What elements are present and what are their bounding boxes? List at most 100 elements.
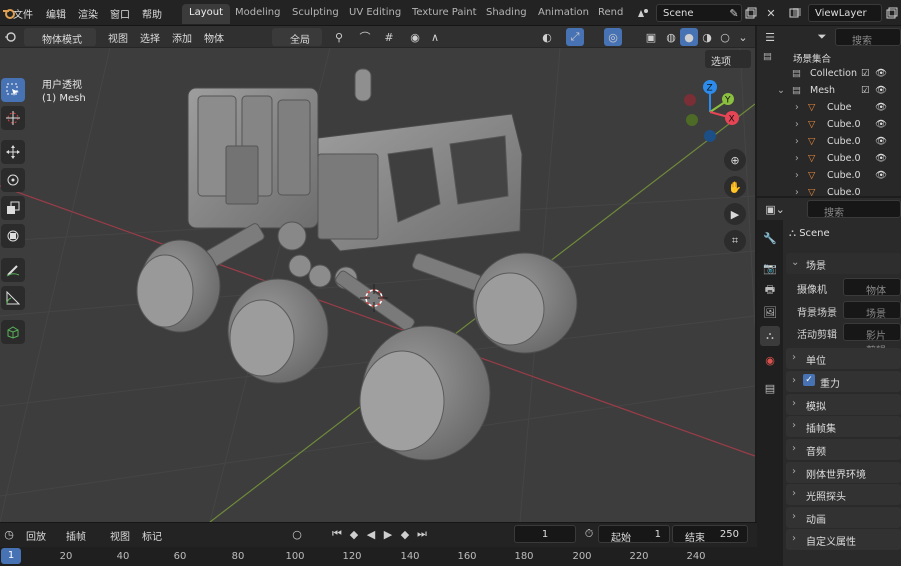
outliner-row-cube[interactable]: › ▽ Cube.0 👁: [757, 167, 901, 184]
pivot-icon[interactable]: ⚲: [330, 28, 348, 46]
viewlayer-selector-icon[interactable]: [784, 4, 808, 22]
timeline-editor-icon[interactable]: ◷: [0, 525, 18, 543]
background-scene-field[interactable]: 场景: [843, 301, 901, 320]
proportional-edit-icon[interactable]: ◉: [406, 28, 424, 46]
eye-icon[interactable]: 👁: [875, 136, 887, 147]
outliner-row-cube[interactable]: › ▽ Cube.0 👁: [757, 133, 901, 150]
checkbox-icon[interactable]: ☑: [861, 85, 870, 96]
tab-uv-editing[interactable]: UV Editing: [342, 4, 408, 24]
annotate-tool[interactable]: [1, 258, 25, 282]
pan-view-icon[interactable]: ✋: [724, 176, 746, 198]
world-tab-icon[interactable]: ◉: [760, 350, 780, 370]
chevron-right-icon[interactable]: ›: [795, 170, 799, 181]
gizmo-toggle-icon[interactable]: ⤢: [566, 28, 584, 46]
collection-tab-icon[interactable]: ▤: [760, 378, 780, 398]
zoom-view-icon[interactable]: ⊕: [724, 149, 746, 171]
outliner-search-input[interactable]: 搜索: [835, 28, 901, 47]
eye-icon[interactable]: 👁: [875, 119, 887, 130]
render-tab-icon[interactable]: 📷: [760, 258, 780, 278]
select-box-tool[interactable]: [1, 78, 25, 102]
shading-rendered-icon[interactable]: ○: [716, 28, 734, 46]
tab-sculpting[interactable]: Sculpting: [285, 4, 346, 24]
tab-modeling[interactable]: Modeling: [228, 4, 288, 24]
units-panel[interactable]: › 单位: [786, 348, 901, 369]
new-viewlayer-icon[interactable]: [883, 4, 901, 22]
shading-wireframe-icon[interactable]: ◍: [662, 28, 680, 46]
outliner-row-cube[interactable]: › ▽ Cube.0 👁: [757, 116, 901, 133]
chevron-right-icon[interactable]: ›: [795, 119, 799, 130]
jump-start-icon[interactable]: ⏮: [328, 525, 346, 543]
outliner-row-cube[interactable]: › ▽ Cube.0: [757, 184, 901, 196]
properties-editor-icon[interactable]: ▣⌄: [761, 200, 789, 218]
cursor-tool[interactable]: [1, 106, 25, 130]
current-frame-field[interactable]: 1: [514, 525, 576, 543]
eye-icon[interactable]: 👁: [875, 170, 887, 181]
start-frame-field[interactable]: 起始 1: [598, 525, 670, 544]
falloff-icon[interactable]: ∧: [426, 28, 444, 46]
chevron-right-icon[interactable]: ›: [795, 187, 799, 196]
eye-icon[interactable]: 👁: [875, 85, 887, 96]
tab-texture-paint[interactable]: Texture Paint: [405, 4, 484, 24]
chevron-right-icon[interactable]: ›: [795, 136, 799, 147]
view-layer-tab-icon[interactable]: 🖼: [760, 302, 780, 322]
pin-icon[interactable]: ✎: [725, 4, 743, 22]
rigid-body-world-panel[interactable]: › 刚体世界环境: [786, 462, 901, 483]
mode-dropdown[interactable]: 物体模式: [24, 28, 96, 46]
outliner-row-collection[interactable]: ▤ Collection ☑ 👁: [757, 65, 901, 82]
menu-marker[interactable]: 标记: [142, 528, 162, 543]
tab-layout[interactable]: Layout: [182, 4, 230, 24]
toggle-perspective-icon[interactable]: ⌗: [724, 230, 746, 252]
properties-search-input[interactable]: 搜索: [807, 200, 901, 219]
auto-keying-icon[interactable]: ○: [288, 525, 306, 543]
measure-tool[interactable]: [1, 286, 25, 310]
menu-help[interactable]: 帮助: [142, 6, 162, 21]
light-probes-panel[interactable]: › 光照探头: [786, 484, 901, 505]
tab-animation[interactable]: Animation: [531, 4, 596, 24]
jump-keyframe-back-icon[interactable]: ◆: [345, 525, 363, 543]
play-icon[interactable]: ▶: [379, 525, 397, 543]
transform-tool[interactable]: [1, 224, 25, 248]
menu-playback[interactable]: 回放: [26, 528, 46, 543]
menu-object[interactable]: 物体: [204, 30, 224, 45]
visibility-icon[interactable]: ◐: [538, 28, 556, 46]
end-frame-field[interactable]: 结束 250: [672, 525, 748, 544]
outliner-row-mesh[interactable]: ⌄ ▤ Mesh ☑ 👁: [757, 82, 901, 99]
checkbox-icon[interactable]: ☑: [861, 68, 870, 79]
filter-icon[interactable]: ⏷: [813, 28, 831, 46]
scene-selector-icon[interactable]: [630, 4, 656, 22]
outliner-editor-icon[interactable]: ☰: [761, 28, 779, 46]
navigation-gizmo[interactable]: Z Y X: [680, 78, 744, 148]
keying-sets-panel[interactable]: › 插帧集: [786, 416, 901, 437]
shading-material-icon[interactable]: ◑: [698, 28, 716, 46]
simulation-panel[interactable]: › 模拟: [786, 394, 901, 415]
play-reverse-icon[interactable]: ◀: [362, 525, 380, 543]
menu-edit[interactable]: 编辑: [46, 6, 66, 21]
custom-properties-panel[interactable]: › 自定义属性: [786, 529, 901, 550]
menu-keying[interactable]: 插帧: [66, 528, 86, 543]
xray-icon[interactable]: ▣: [642, 28, 660, 46]
gravity-panel[interactable]: › ✓ 重力: [786, 371, 901, 392]
camera-field[interactable]: 物体: [843, 278, 901, 297]
outliner-row-cube[interactable]: › ▽ Cube.0 👁: [757, 150, 901, 167]
menu-select[interactable]: 选择: [140, 30, 160, 45]
eye-icon[interactable]: 👁: [875, 68, 887, 79]
tab-shading[interactable]: Shading: [479, 4, 534, 24]
menu-add[interactable]: 添加: [172, 30, 192, 45]
editor-type-icon[interactable]: [2, 28, 20, 46]
menu-window[interactable]: 窗口: [110, 6, 130, 21]
tool-settings-tab-icon[interactable]: 🔧: [760, 228, 780, 248]
scene-tab-icon[interactable]: ⛬: [760, 326, 780, 346]
eye-icon[interactable]: 👁: [875, 153, 887, 164]
output-tab-icon[interactable]: 🖶: [760, 280, 780, 300]
tab-rendering[interactable]: Rend: [591, 4, 630, 24]
jump-keyframe-forward-icon[interactable]: ◆: [396, 525, 414, 543]
stopwatch-icon[interactable]: ⏱: [580, 525, 598, 543]
shading-solid-icon[interactable]: ●: [680, 28, 698, 46]
snap-target-icon[interactable]: #: [380, 28, 398, 46]
3d-viewport[interactable]: 物体模式 视图 选择 添加 物体 全局 ⚲ ⌒ # ◉ ∧ ◐ ⤢ ◎ ▣ ◍ …: [0, 26, 755, 522]
scale-tool[interactable]: [1, 196, 25, 220]
menu-file[interactable]: 文件: [13, 6, 33, 21]
new-scene-icon[interactable]: [742, 4, 760, 22]
snap-icon[interactable]: ⌒: [356, 28, 374, 46]
options-dropdown[interactable]: 选项: [705, 50, 751, 68]
